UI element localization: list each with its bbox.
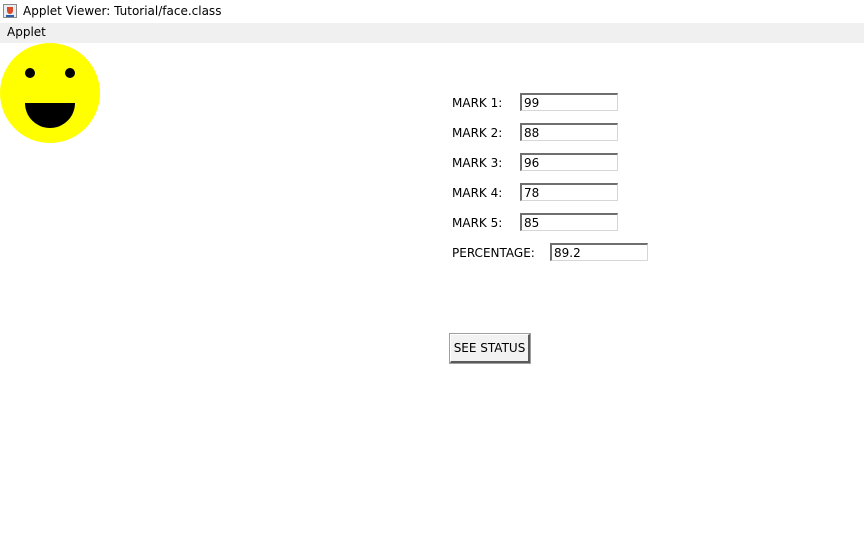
right-eye <box>65 68 75 78</box>
mark3-label: MARK 3: <box>452 156 503 170</box>
mark2-label: MARK 2: <box>452 126 503 140</box>
mark2-field[interactable]: 88 <box>520 123 618 141</box>
mark4-label: MARK 4: <box>452 186 503 200</box>
menu-bar: Applet <box>0 23 864 43</box>
mark3-field[interactable]: 96 <box>520 153 618 171</box>
mark5-field[interactable]: 85 <box>520 213 618 231</box>
mark5-label: MARK 5: <box>452 216 503 230</box>
title-bar: Applet Viewer: Tutorial/face.class <box>0 0 864 23</box>
mark1-field[interactable]: 99 <box>520 93 618 111</box>
window-title: Applet Viewer: Tutorial/face.class <box>23 4 222 18</box>
percentage-field[interactable]: 89.2 <box>550 243 648 261</box>
menu-applet[interactable]: Applet <box>7 25 46 39</box>
mark1-label: MARK 1: <box>452 96 503 110</box>
left-eye <box>25 68 35 78</box>
applet-canvas: MARK 1: 99 MARK 2: 88 MARK 3: 96 MARK 4:… <box>0 43 864 554</box>
mark4-field[interactable]: 78 <box>520 183 618 201</box>
see-status-button[interactable]: SEE STATUS <box>449 333 531 364</box>
percentage-label: PERCENTAGE: <box>452 246 535 260</box>
smiley-face <box>0 43 100 143</box>
java-applet-icon <box>3 4 17 18</box>
